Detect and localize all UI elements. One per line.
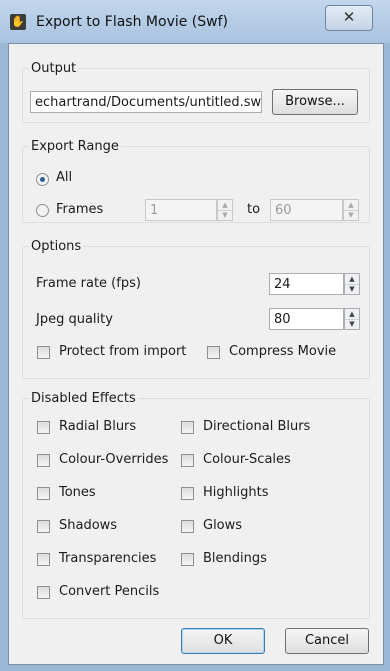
compress-label: Compress Movie: [229, 344, 337, 359]
stepper-down-icon[interactable]: ▼: [218, 210, 232, 220]
protect-checkbox[interactable]: [37, 346, 50, 359]
glows-label: Glows: [203, 518, 243, 533]
to-label: to: [247, 202, 261, 217]
protect-label: Protect from import: [59, 344, 187, 359]
colour-overrides-checkbox[interactable]: [37, 454, 50, 467]
stepper-down-icon[interactable]: ▼: [345, 319, 359, 329]
all-radio[interactable]: [36, 173, 49, 186]
output-path-field[interactable]: echartrand/Documents/untitled.swf: [30, 91, 262, 113]
shadows-label: Shadows: [59, 518, 118, 533]
frames-from-stepper[interactable]: ▲ ▼: [217, 199, 233, 221]
title-bar[interactable]: ✋ Export to Flash Movie (Swf) ✕: [0, 0, 390, 43]
transparencies-label: Transparencies: [59, 551, 157, 566]
compress-checkbox[interactable]: [207, 346, 220, 359]
frames-to-input[interactable]: 60: [270, 199, 343, 221]
colour-scales-label: Colour-Scales: [203, 452, 291, 467]
cancel-button[interactable]: Cancel: [285, 628, 369, 654]
blendings-label: Blendings: [203, 551, 267, 566]
jpeg-quality-stepper[interactable]: ▲ ▼: [344, 308, 360, 330]
frames-label: Frames: [56, 202, 104, 217]
highlights-label: Highlights: [203, 485, 269, 500]
highlights-checkbox[interactable]: [181, 487, 194, 500]
options-legend: Options: [31, 239, 82, 254]
directional-blurs-checkbox[interactable]: [181, 421, 194, 434]
window-title: Export to Flash Movie (Swf): [36, 14, 228, 30]
all-label: All: [56, 170, 73, 185]
tones-label: Tones: [59, 485, 96, 500]
close-button[interactable]: ✕: [325, 5, 373, 31]
convert-pencils-label: Convert Pencils: [59, 584, 160, 599]
tones-checkbox[interactable]: [37, 487, 50, 500]
colour-overrides-label: Colour-Overrides: [59, 452, 169, 467]
transparencies-checkbox[interactable]: [37, 553, 50, 566]
directional-blurs-label: Directional Blurs: [203, 419, 311, 434]
frames-radio[interactable]: [36, 204, 49, 217]
radial-blurs-label: Radial Blurs: [59, 419, 137, 434]
export-range-legend: Export Range: [31, 139, 119, 154]
frame-rate-stepper[interactable]: ▲ ▼: [344, 273, 360, 295]
frame-rate-label: Frame rate (fps): [36, 276, 141, 291]
glows-checkbox[interactable]: [181, 520, 194, 533]
frames-to-stepper[interactable]: ▲ ▼: [343, 199, 359, 221]
blendings-checkbox[interactable]: [181, 553, 194, 566]
hand-icon: ✋: [10, 14, 26, 30]
frame-rate-input[interactable]: 24: [269, 273, 344, 295]
stepper-down-icon[interactable]: ▼: [344, 210, 358, 220]
stepper-down-icon[interactable]: ▼: [345, 284, 359, 294]
frames-from-input[interactable]: 1: [145, 199, 217, 221]
shadows-checkbox[interactable]: [37, 520, 50, 533]
browse-button[interactable]: Browse...: [272, 89, 358, 115]
ok-button[interactable]: OK: [181, 628, 265, 654]
output-legend: Output: [31, 61, 77, 76]
convert-pencils-checkbox[interactable]: [37, 586, 50, 599]
jpeg-quality-input[interactable]: 80: [269, 308, 344, 330]
colour-scales-checkbox[interactable]: [181, 454, 194, 467]
radial-blurs-checkbox[interactable]: [37, 421, 50, 434]
jpeg-quality-label: Jpeg quality: [36, 312, 113, 327]
disabled-effects-legend: Disabled Effects: [31, 391, 136, 406]
dialog-body: Output echartrand/Documents/untitled.swf…: [8, 43, 384, 665]
